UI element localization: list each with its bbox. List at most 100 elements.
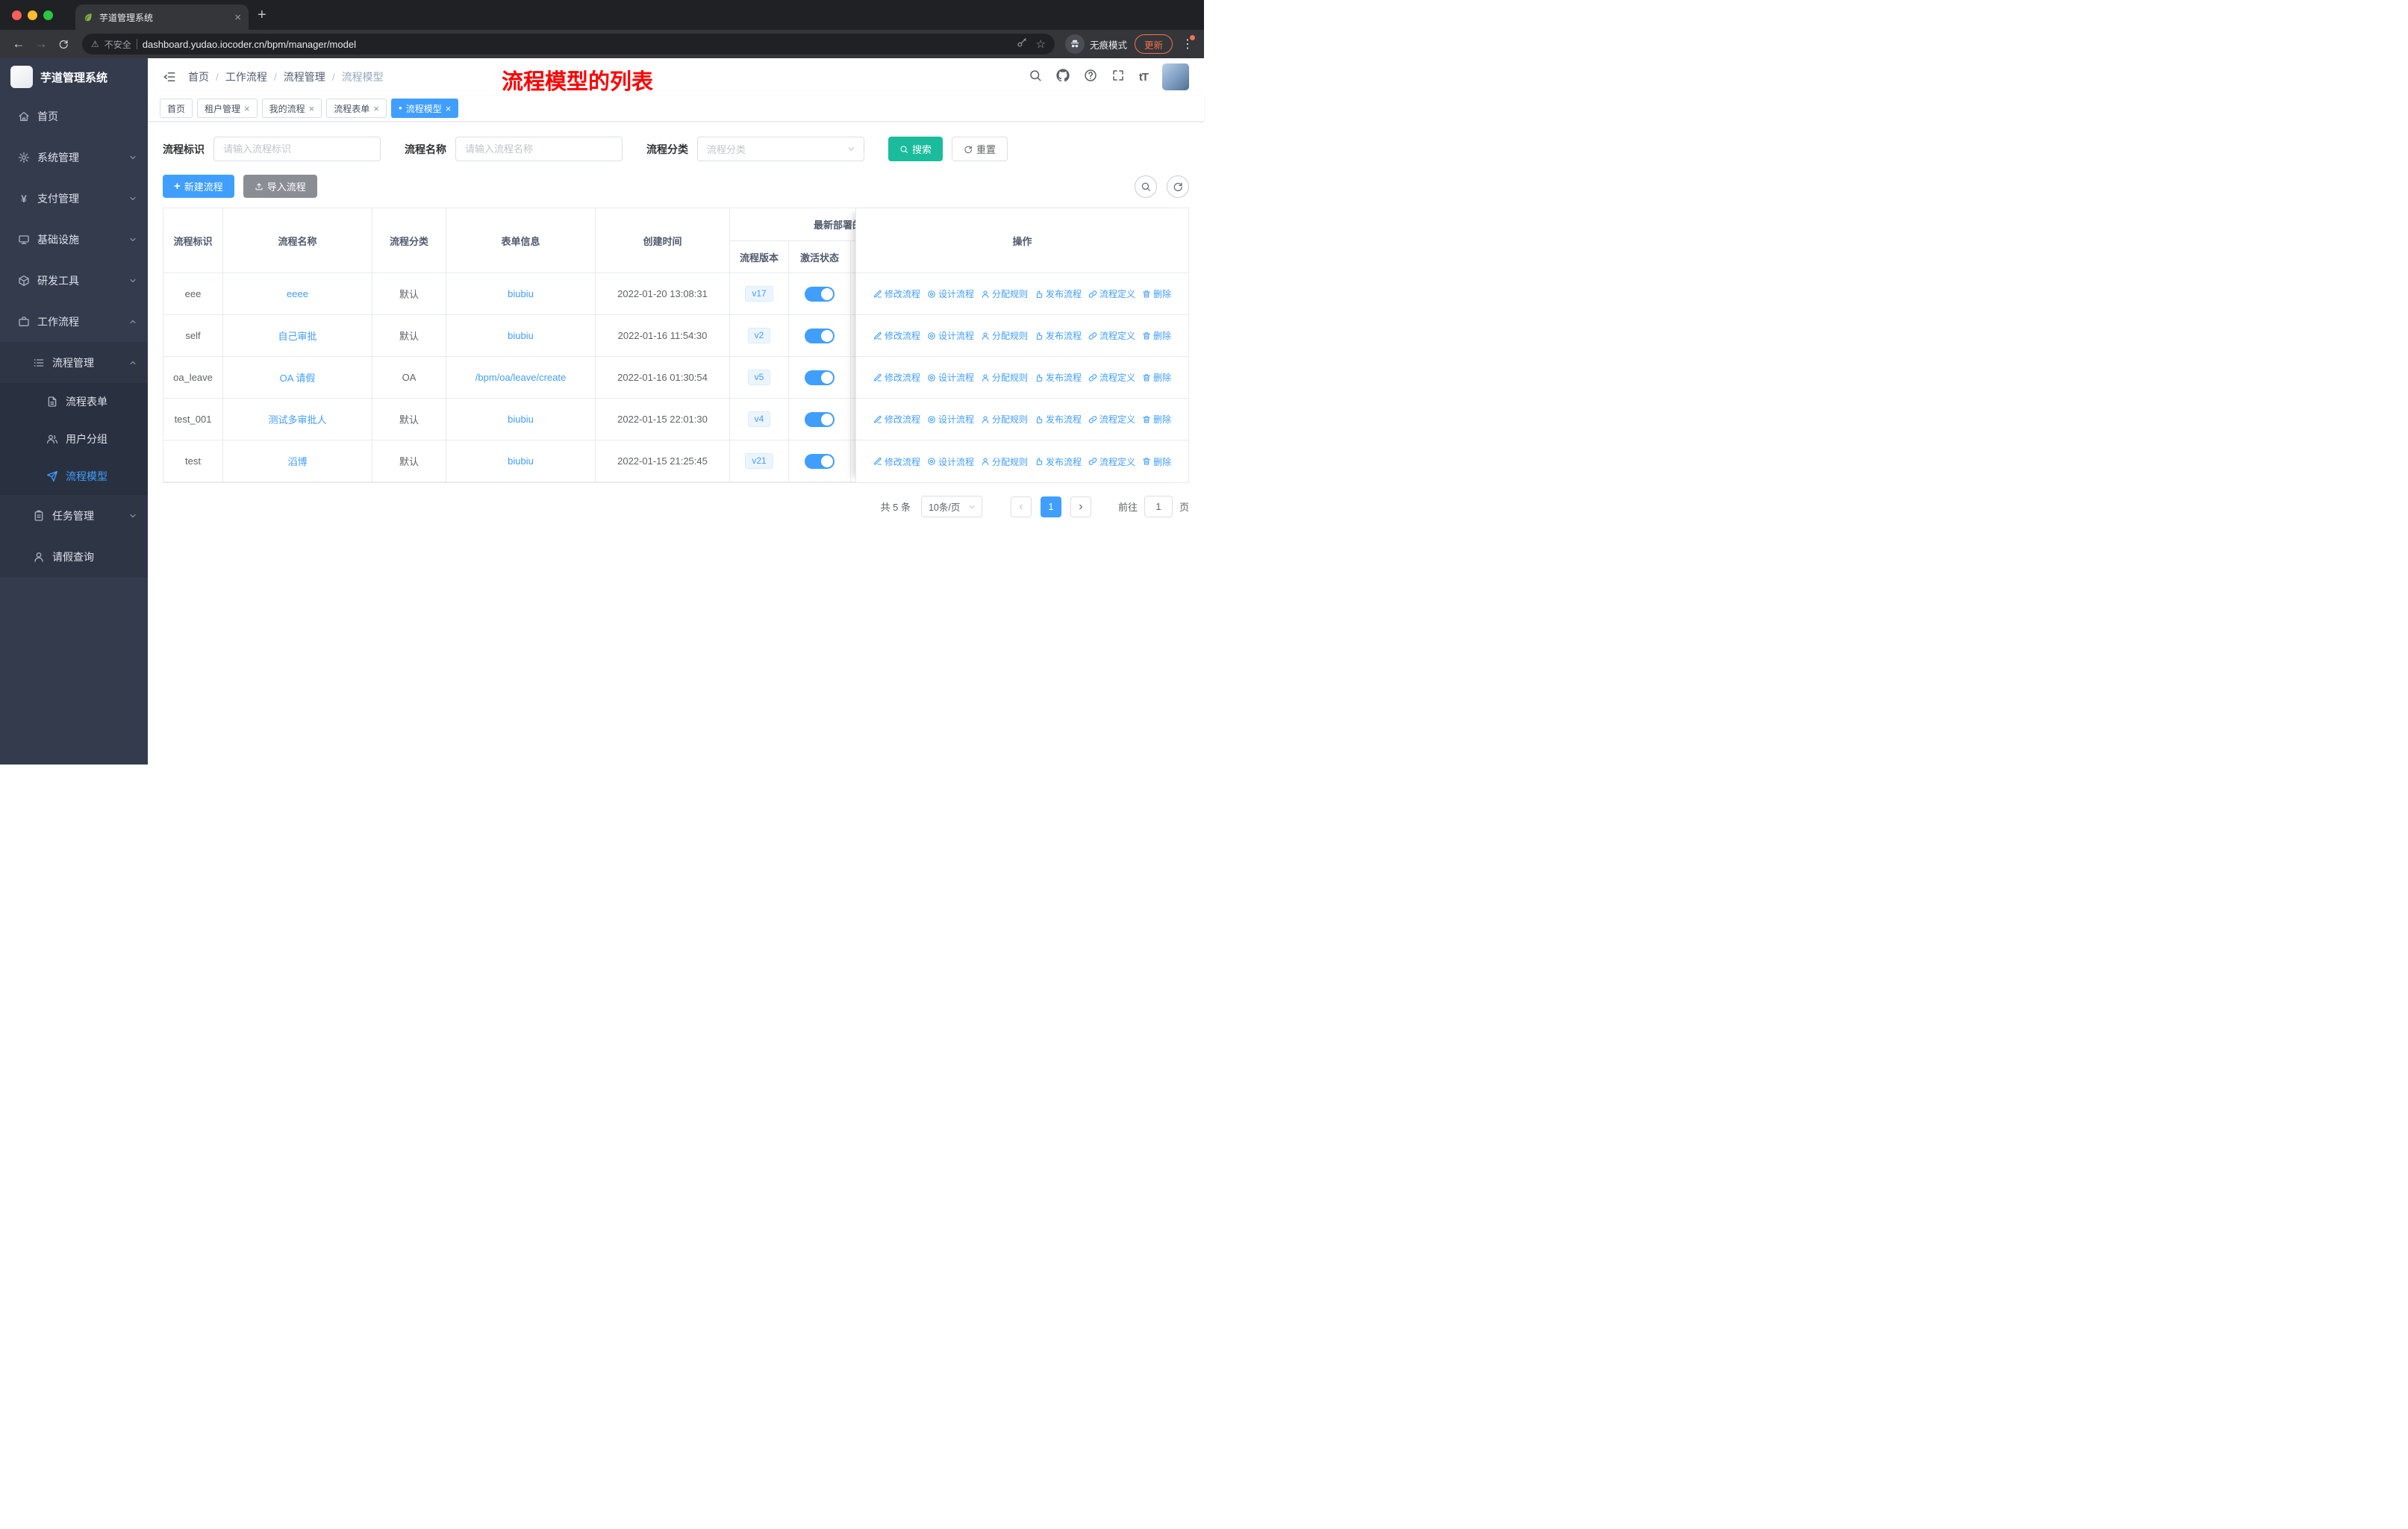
sidebar-item-leave-query[interactable]: 请假查询 xyxy=(0,536,148,577)
version-badge[interactable]: v17 xyxy=(745,285,773,302)
action-design-process[interactable]: 设计流程 xyxy=(927,455,974,468)
active-toggle[interactable] xyxy=(805,370,835,385)
action-delete[interactable]: 删除 xyxy=(1142,413,1171,426)
goto-page-input[interactable] xyxy=(1144,496,1173,517)
action-edit-process[interactable]: 修改流程 xyxy=(873,287,920,300)
action-publish-process[interactable]: 发布流程 xyxy=(1035,413,1082,426)
breadcrumb-process-mgmt[interactable]: 流程管理 xyxy=(284,69,325,84)
active-toggle[interactable] xyxy=(805,411,835,427)
github-icon[interactable] xyxy=(1056,69,1070,86)
search-button[interactable]: 搜索 xyxy=(888,137,943,161)
create-process-button[interactable]: + 新建流程 xyxy=(163,175,234,198)
active-toggle[interactable] xyxy=(805,286,835,302)
form-info-link[interactable]: /bpm/oa/leave/create xyxy=(475,372,566,383)
action-process-definition[interactable]: 流程定义 xyxy=(1088,287,1135,300)
close-icon[interactable]: × xyxy=(244,103,250,114)
close-icon[interactable]: × xyxy=(373,103,379,114)
close-icon[interactable]: × xyxy=(446,103,452,114)
sidebar-item-infra[interactable]: 基础设施 xyxy=(0,219,148,260)
window-close-button[interactable] xyxy=(12,10,22,20)
bookmark-star-icon[interactable]: ☆ xyxy=(1036,37,1046,51)
sidebar-item-process-form[interactable]: 流程表单 xyxy=(0,383,148,420)
address-bar[interactable]: ⚠ 不安全 dashboard.yudao.iocoder.cn/bpm/man… xyxy=(82,34,1055,55)
browser-menu-icon[interactable]: ⋮ xyxy=(1179,34,1197,54)
toggle-search-button[interactable] xyxy=(1135,175,1157,198)
action-assign-rule[interactable]: 分配规则 xyxy=(981,371,1028,384)
import-process-button[interactable]: 导入流程 xyxy=(243,175,317,198)
tag-process-model[interactable]: ● 流程模型 × xyxy=(390,99,459,118)
new-tab-button[interactable]: + xyxy=(249,0,275,30)
action-delete[interactable]: 删除 xyxy=(1142,287,1171,300)
forward-icon[interactable]: → xyxy=(30,33,52,55)
version-badge[interactable]: v2 xyxy=(747,327,771,344)
action-publish-process[interactable]: 发布流程 xyxy=(1035,455,1082,468)
action-assign-rule[interactable]: 分配规则 xyxy=(981,287,1028,300)
window-maximize-button[interactable] xyxy=(43,10,53,20)
sidebar-item-system[interactable]: 系统管理 xyxy=(0,137,148,178)
action-design-process[interactable]: 设计流程 xyxy=(927,413,974,426)
action-edit-process[interactable]: 修改流程 xyxy=(873,371,920,384)
next-page-button[interactable]: › xyxy=(1070,496,1091,517)
sidebar-item-payment[interactable]: ¥ 支付管理 xyxy=(0,178,148,219)
prev-page-button[interactable]: ‹ xyxy=(1010,496,1032,517)
reload-icon[interactable] xyxy=(52,33,75,55)
action-publish-process[interactable]: 发布流程 xyxy=(1035,329,1082,342)
version-badge[interactable]: v5 xyxy=(747,369,771,386)
action-process-definition[interactable]: 流程定义 xyxy=(1088,413,1135,426)
process-name-link[interactable]: eeee xyxy=(287,288,308,299)
page-size-select[interactable]: 10条/页 xyxy=(920,496,982,517)
sidebar-item-process-model[interactable]: 流程模型 xyxy=(0,458,148,495)
user-avatar[interactable] xyxy=(1162,63,1189,90)
sidebar-item-devtools[interactable]: 研发工具 xyxy=(0,260,148,301)
font-size-icon[interactable]: tT xyxy=(1139,71,1149,84)
action-delete[interactable]: 删除 xyxy=(1142,329,1171,342)
tag-my-process[interactable]: 我的流程 × xyxy=(261,99,322,118)
process-name-link[interactable]: 滔博 xyxy=(287,454,307,468)
menu-fold-icon[interactable] xyxy=(163,70,176,84)
close-icon[interactable]: × xyxy=(309,103,315,114)
sidebar-item-home[interactable]: 首页 xyxy=(0,96,148,137)
action-assign-rule[interactable]: 分配规则 xyxy=(981,413,1028,426)
action-edit-process[interactable]: 修改流程 xyxy=(873,329,920,342)
action-edit-process[interactable]: 修改流程 xyxy=(873,413,920,426)
action-assign-rule[interactable]: 分配规则 xyxy=(981,455,1028,468)
tag-tenant[interactable]: 租户管理 × xyxy=(197,99,258,118)
window-minimize-button[interactable] xyxy=(28,10,37,20)
process-name-input[interactable] xyxy=(455,137,623,161)
version-badge[interactable]: v21 xyxy=(745,452,773,470)
sidebar-item-task-mgmt[interactable]: 任务管理 xyxy=(0,495,148,536)
form-info-link[interactable]: biubiu xyxy=(508,288,534,299)
action-delete[interactable]: 删除 xyxy=(1142,455,1171,468)
process-name-link[interactable]: 测试多审批人 xyxy=(268,412,326,426)
active-toggle[interactable] xyxy=(805,328,835,343)
back-icon[interactable]: ← xyxy=(7,33,30,55)
active-toggle[interactable] xyxy=(805,453,835,469)
form-info-link[interactable]: biubiu xyxy=(508,414,534,425)
action-edit-process[interactable]: 修改流程 xyxy=(873,455,920,468)
reset-button[interactable]: 重置 xyxy=(952,137,1008,161)
process-name-link[interactable]: OA 请假 xyxy=(280,370,316,384)
action-design-process[interactable]: 设计流程 xyxy=(927,371,974,384)
browser-tab[interactable]: 芋道管理系统 × xyxy=(75,4,249,30)
sidebar-item-workflow[interactable]: 工作流程 xyxy=(0,301,148,342)
refresh-table-button[interactable] xyxy=(1167,175,1189,198)
current-page-button[interactable]: 1 xyxy=(1040,496,1061,517)
action-delete[interactable]: 删除 xyxy=(1142,371,1171,384)
key-icon[interactable] xyxy=(1017,37,1027,52)
browser-update-button[interactable]: 更新 xyxy=(1134,34,1173,54)
action-process-definition[interactable]: 流程定义 xyxy=(1088,329,1135,342)
form-info-link[interactable]: biubiu xyxy=(508,330,534,341)
process-name-link[interactable]: 自己审批 xyxy=(278,328,316,343)
action-design-process[interactable]: 设计流程 xyxy=(927,287,974,300)
breadcrumb-home[interactable]: 首页 xyxy=(188,69,209,84)
tab-close-icon[interactable]: × xyxy=(234,11,241,24)
breadcrumb-workflow[interactable]: 工作流程 xyxy=(225,69,267,84)
version-badge[interactable]: v4 xyxy=(747,411,771,428)
tag-process-form[interactable]: 流程表单 × xyxy=(326,99,387,118)
action-process-definition[interactable]: 流程定义 xyxy=(1088,455,1135,468)
fullscreen-icon[interactable] xyxy=(1111,69,1125,86)
tag-home[interactable]: 首页 xyxy=(160,99,193,118)
form-info-link[interactable]: biubiu xyxy=(508,455,534,467)
process-category-select[interactable]: 流程分类 xyxy=(697,137,864,161)
action-publish-process[interactable]: 发布流程 xyxy=(1035,371,1082,384)
